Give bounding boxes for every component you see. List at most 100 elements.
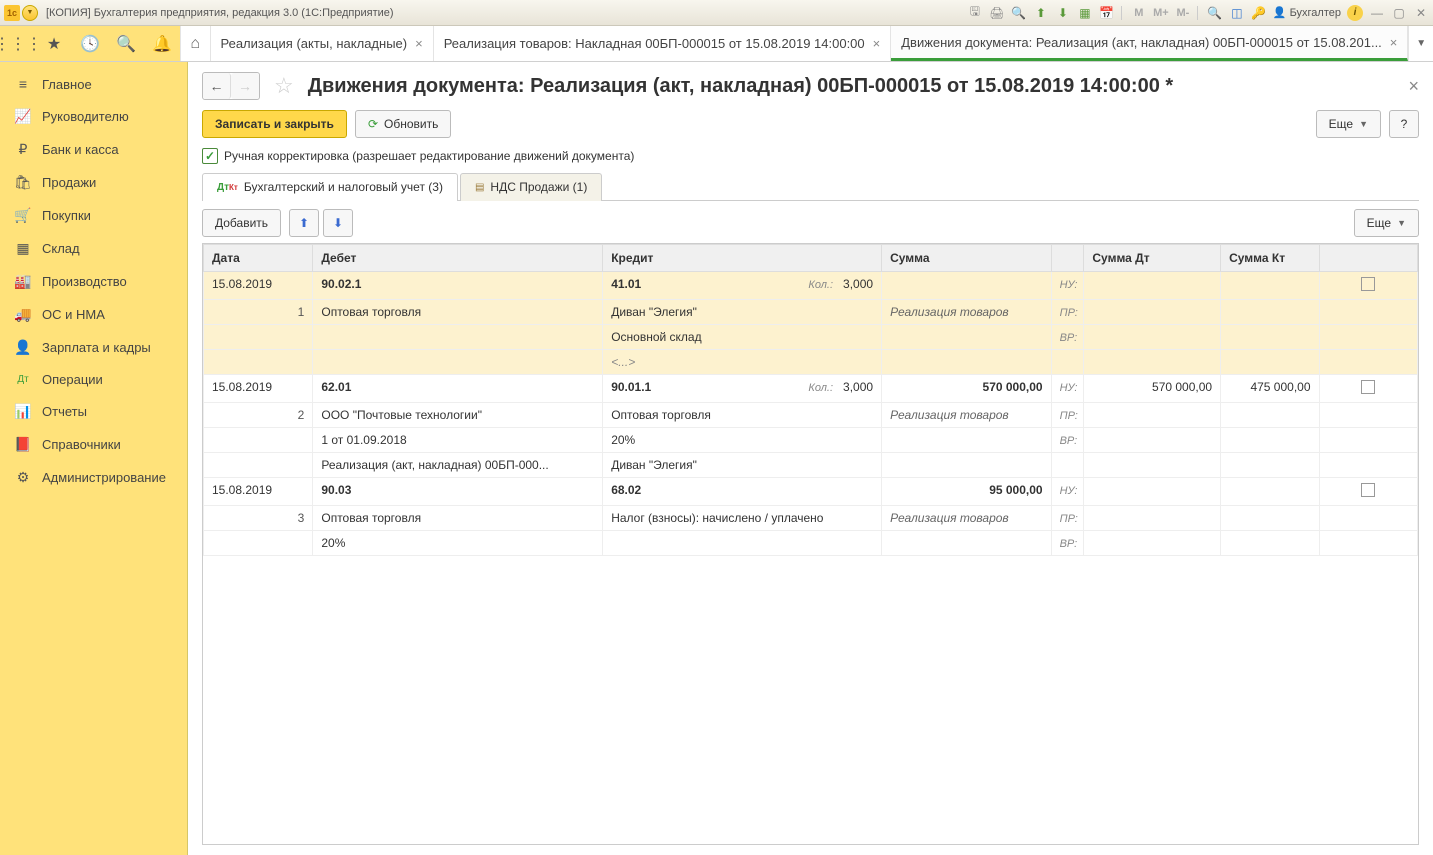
sidebar-item-purchases[interactable]: 🛒Покупки	[0, 199, 187, 232]
cell-sum[interactable]	[882, 272, 1052, 300]
download-icon[interactable]: ⬇	[1055, 5, 1071, 21]
nav-back-button[interactable]: ←	[203, 73, 231, 99]
table-row-sub[interactable]: 3Оптовая торговляНалог (взносы): начисле…	[204, 506, 1418, 531]
add-row-button[interactable]: Добавить	[202, 209, 281, 237]
cell-debit-sub2[interactable]	[313, 325, 603, 350]
th-sum-kt[interactable]: Сумма Кт	[1221, 245, 1319, 272]
panes-icon[interactable]: ◫	[1229, 5, 1245, 21]
sidebar-item-warehouse[interactable]: ▦Склад	[0, 232, 187, 265]
home-button[interactable]: ⌂	[181, 26, 211, 61]
manual-edit-checkbox[interactable]: ✓	[202, 148, 218, 164]
m-plus-button[interactable]: M+	[1153, 5, 1169, 21]
cell-sum-dt[interactable]	[1084, 272, 1221, 300]
save-and-close-button[interactable]: Записать и закрыть	[202, 110, 347, 138]
th-sum[interactable]: Сумма	[882, 245, 1052, 272]
print-icon[interactable]: 🖨	[989, 5, 1005, 21]
cell-debit-sub3[interactable]	[313, 350, 603, 375]
table-row-sub[interactable]: 1 от 01.09.201820%ВР:	[204, 428, 1418, 453]
cell-sum[interactable]: 570 000,00	[882, 375, 1052, 403]
cell-date[interactable]: 15.08.2019	[204, 272, 313, 300]
table-row-sub[interactable]: 1Оптовая торговляДиван "Элегия"Реализаци…	[204, 300, 1418, 325]
cell-credit-sub2[interactable]: Основной склад	[603, 325, 882, 350]
close-panel-icon[interactable]: ×	[1408, 76, 1419, 97]
sidebar-item-hr[interactable]: 👤Зарплата и кадры	[0, 331, 187, 364]
table-row[interactable]: 15.08.201990.0368.0295 000,00НУ:	[204, 478, 1418, 506]
cell-sum-dt[interactable]	[1084, 478, 1221, 506]
sidebar-item-assets[interactable]: 🚚ОС и НМА	[0, 298, 187, 331]
cell-credit-sub1[interactable]: Налог (взносы): начислено / уплачено	[603, 506, 882, 531]
move-down-button[interactable]: ⬇	[323, 209, 353, 237]
table-row-sub[interactable]: 2ООО "Почтовые технологии"Оптовая торгов…	[204, 403, 1418, 428]
table-row-sub[interactable]: Основной складВР:	[204, 325, 1418, 350]
cell-debit-account[interactable]: 90.03	[313, 478, 603, 506]
table-more-button[interactable]: Еще▼	[1354, 209, 1419, 237]
cell-sum-kt[interactable]: 475 000,00	[1221, 375, 1319, 403]
cell-credit-account[interactable]: 41.01Кол.: 3,000	[603, 272, 882, 300]
sidebar-item-refs[interactable]: 📕Справочники	[0, 428, 187, 461]
subtab-vat[interactable]: ▤ НДС Продажи (1)	[460, 173, 602, 201]
sidebar-item-manager[interactable]: 📈Руководителю	[0, 100, 187, 133]
th-date[interactable]: Дата	[204, 245, 313, 272]
sidebar-item-reports[interactable]: 📊Отчеты	[0, 395, 187, 428]
tabs-dropdown[interactable]: ▼	[1408, 26, 1433, 61]
cell-checkbox[interactable]	[1319, 272, 1417, 300]
table-row-sub[interactable]: <...>	[204, 350, 1418, 375]
cell-debit-sub1[interactable]: Оптовая торговля	[313, 300, 603, 325]
star-icon[interactable]: ☆	[274, 73, 294, 99]
m-minus-button[interactable]: M-	[1175, 5, 1191, 21]
table-row-sub[interactable]: Реализация (акт, накладная) 00БП-000...Д…	[204, 453, 1418, 478]
table-row-sub[interactable]: 20%ВР:	[204, 531, 1418, 556]
calendar-icon[interactable]: 📅	[1099, 5, 1115, 21]
table-row[interactable]: 15.08.201962.0190.01.1Кол.: 3,000570 000…	[204, 375, 1418, 403]
sidebar-item-main[interactable]: ≡Главное	[0, 68, 187, 100]
sidebar-item-admin[interactable]: ⚙Администрирование	[0, 461, 187, 494]
grid-icon[interactable]: ▦	[1077, 5, 1093, 21]
cell-credit-sub1[interactable]: Оптовая торговля	[603, 403, 882, 428]
sidebar-item-bank[interactable]: ₽Банк и касса	[0, 133, 187, 166]
cell-debit-sub3[interactable]: Реализация (акт, накладная) 00БП-000...	[313, 453, 603, 478]
upload-icon[interactable]: ⬆	[1033, 5, 1049, 21]
cell-sum-kt[interactable]	[1221, 272, 1319, 300]
tab-close-icon[interactable]: ×	[873, 36, 881, 51]
app-menu-dropdown[interactable]: ▼	[22, 5, 38, 21]
tab-close-icon[interactable]: ×	[415, 36, 423, 51]
close-window-icon[interactable]: ✕	[1413, 5, 1429, 21]
user-badge[interactable]: 👤 Бухгалтер	[1273, 6, 1341, 19]
sidebar-item-production[interactable]: 🏭Производство	[0, 265, 187, 298]
cell-credit-account[interactable]: 90.01.1Кол.: 3,000	[603, 375, 882, 403]
bell-icon[interactable]: 🔔	[144, 34, 180, 54]
sidebar-item-sales[interactable]: 🛍Продажи	[0, 166, 187, 199]
cell-debit-account[interactable]: 62.01	[313, 375, 603, 403]
preview-icon[interactable]: 🔍	[1011, 5, 1027, 21]
tab-dvizheniya[interactable]: Движения документа: Реализация (акт, нак…	[891, 26, 1408, 61]
cell-debit-sub1[interactable]: Оптовая торговля	[313, 506, 603, 531]
th-sum-dt[interactable]: Сумма Дт	[1084, 245, 1221, 272]
cell-sum-kt[interactable]	[1221, 478, 1319, 506]
th-credit[interactable]: Кредит	[603, 245, 882, 272]
favorite-icon[interactable]: ★	[36, 34, 72, 54]
history-icon[interactable]: 🕓	[72, 34, 108, 54]
maximize-icon[interactable]: ▢	[1391, 5, 1407, 21]
apps-icon[interactable]: ⋮⋮⋮	[0, 34, 36, 54]
tab-nakladnaya[interactable]: Реализация товаров: Накладная 00БП-00001…	[434, 26, 892, 61]
entries-table[interactable]: Дата Дебет Кредит Сумма Сумма Дт Сумма К…	[202, 243, 1419, 845]
cell-credit-sub1[interactable]: Диван "Элегия"	[603, 300, 882, 325]
cell-debit-sub1[interactable]: ООО "Почтовые технологии"	[313, 403, 603, 428]
cell-credit-sub3[interactable]: Диван "Элегия"	[603, 453, 882, 478]
sidebar-item-operations[interactable]: ДтОперации	[0, 364, 187, 395]
cell-sum-dt[interactable]: 570 000,00	[1084, 375, 1221, 403]
zoom-icon[interactable]: 🔍	[1207, 5, 1223, 21]
table-row[interactable]: 15.08.201990.02.141.01Кол.: 3,000НУ:	[204, 272, 1418, 300]
minimize-icon[interactable]: —	[1369, 5, 1385, 21]
tab-realizatsiya-list[interactable]: Реализация (акты, накладные) ×	[211, 26, 434, 61]
search-icon[interactable]: 🔍	[108, 34, 144, 54]
cell-debit-account[interactable]: 90.02.1	[313, 272, 603, 300]
cell-credit-sub3[interactable]: <...>	[603, 350, 882, 375]
move-up-button[interactable]: ⬆	[289, 209, 319, 237]
th-debit[interactable]: Дебет	[313, 245, 603, 272]
subtab-accounting[interactable]: ДтКт Бухгалтерский и налоговый учет (3)	[202, 173, 458, 201]
refresh-button[interactable]: ⟳Обновить	[355, 110, 451, 138]
cell-credit-sub2[interactable]: 20%	[603, 428, 882, 453]
cell-date[interactable]: 15.08.2019	[204, 478, 313, 506]
cell-debit-sub2[interactable]: 1 от 01.09.2018	[313, 428, 603, 453]
